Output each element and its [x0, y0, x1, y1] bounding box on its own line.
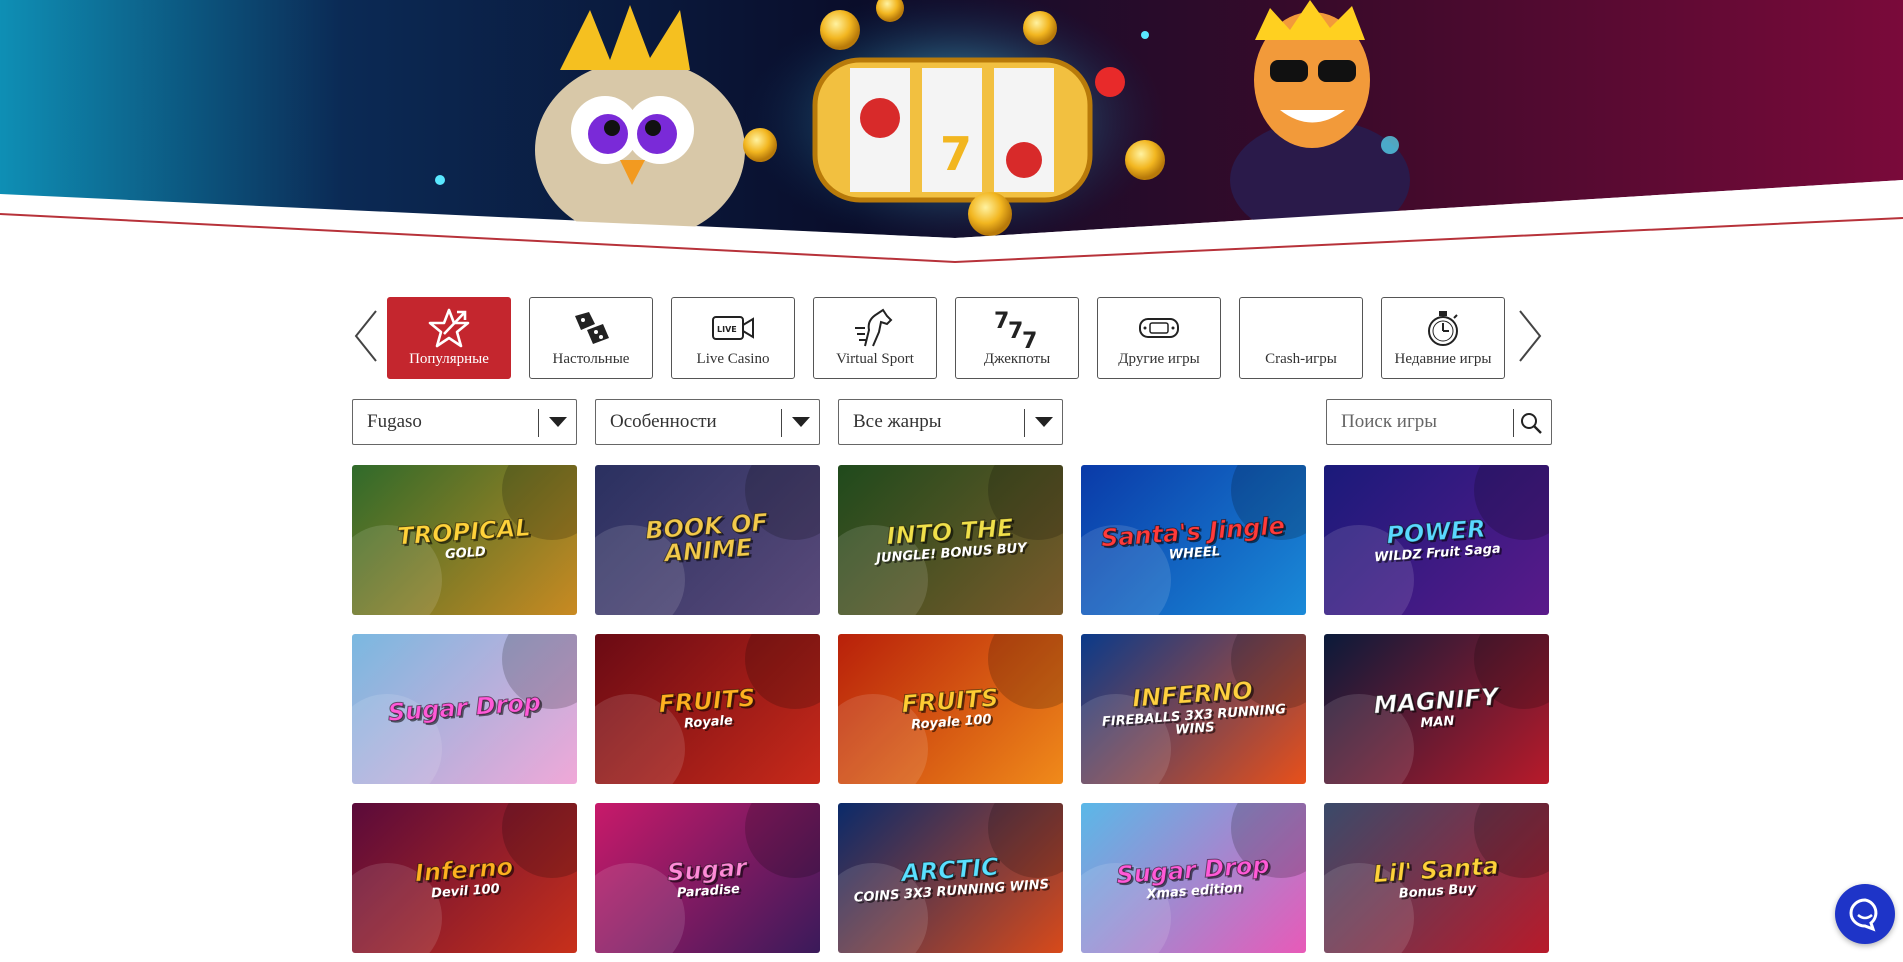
tab-live-casino[interactable]: LIVE Live Casino [671, 297, 795, 379]
caret-down-icon [1035, 417, 1053, 427]
game-title: INFERNO FIREBALLS 3X3 RUNNING WINS [1081, 675, 1306, 744]
caret-down-icon [549, 417, 567, 427]
tab-crash-games-label: Crash-игры [1265, 351, 1337, 367]
tab-virtual-sport[interactable]: Virtual Sport [813, 297, 937, 379]
filter-bar: Fugaso Особенности Все жанры [352, 399, 1552, 445]
game-title: TROPICAL GOLD [352, 512, 577, 568]
game-title: INTO THE JUNGLE! BONUS BUY [838, 512, 1063, 568]
provider-select-value: Fugaso [367, 411, 422, 432]
features-select[interactable]: Особенности [595, 399, 820, 445]
category-bar: Популярные Настольные LIVE Live Casino V… [350, 297, 1550, 379]
stopwatch-icon [1421, 306, 1465, 350]
game-title: FRUITS Royale [595, 681, 820, 737]
svg-text:7: 7 [940, 127, 972, 181]
game-tile[interactable]: Lil' Santa Bonus Buy [1324, 803, 1549, 953]
game-search [1326, 399, 1552, 445]
select-divider [1024, 409, 1025, 437]
chat-button[interactable] [1835, 884, 1895, 944]
tab-recent-games-label: Недавние игры [1394, 351, 1492, 367]
game-title: ARCTIC COINS 3X3 RUNNING WINS [838, 850, 1063, 906]
hero-banner: 7 [0, 0, 1903, 270]
game-title: Sugar Paradise [595, 850, 820, 906]
gamepad-icon [1137, 306, 1181, 350]
svg-text:LIVE: LIVE [717, 325, 737, 334]
game-tile[interactable]: TROPICAL GOLD [352, 465, 577, 615]
chevron-right-icon [1519, 310, 1542, 362]
game-title: Sugar Drop Xmas edition [1081, 850, 1306, 906]
caret-down-icon [792, 417, 810, 427]
game-tile[interactable]: INTO THE JUNGLE! BONUS BUY [838, 465, 1063, 615]
select-divider [781, 409, 782, 437]
chat-bubble-icon [1849, 898, 1878, 932]
tab-other-games-label: Другие игры [1118, 351, 1200, 367]
features-select-value: Особенности [610, 411, 717, 432]
genres-select-value: Все жанры [853, 411, 942, 432]
tab-table-games-label: Настольные [552, 351, 630, 367]
tab-crash-games[interactable]: Crash-игры [1239, 297, 1363, 379]
game-tile[interactable]: Sugar Drop [352, 634, 577, 784]
tab-virtual-sport-label: Virtual Sport [836, 351, 914, 367]
game-tile[interactable]: Santa's Jingle WHEEL [1081, 465, 1306, 615]
tab-popular[interactable]: Популярные [387, 297, 511, 379]
game-title: MAGNIFY MAN [1324, 681, 1549, 737]
tab-recent-games[interactable]: Недавние игры [1381, 297, 1505, 379]
game-tile[interactable]: Inferno Devil 100 [352, 803, 577, 953]
game-tile[interactable]: INFERNO FIREBALLS 3X3 RUNNING WINS [1081, 634, 1306, 784]
tab-other-games[interactable]: Другие игры [1097, 297, 1221, 379]
horse-icon [853, 306, 897, 350]
search-icon[interactable] [1519, 411, 1543, 435]
star-icon [427, 306, 471, 350]
select-divider [538, 409, 539, 437]
slot-machine: 7 [812, 57, 1125, 203]
provider-select[interactable]: Fugaso [352, 399, 577, 445]
dice-icon [569, 306, 613, 350]
game-title: Inferno Devil 100 [352, 850, 577, 906]
game-tile[interactable]: MAGNIFY MAN [1324, 634, 1549, 784]
search-divider [1513, 409, 1514, 437]
game-title: Santa's Jingle WHEEL [1081, 511, 1306, 568]
live-camera-icon: LIVE [711, 306, 755, 350]
tab-jackpots[interactable]: 777 Джекпоты [955, 297, 1079, 379]
next-category-arrow[interactable] [1514, 309, 1544, 363]
game-tile[interactable]: Sugar Drop Xmas edition [1081, 803, 1306, 953]
game-search-input[interactable] [1327, 400, 1512, 444]
tab-popular-label: Популярные [409, 351, 489, 367]
hero-artwork: 7 [0, 0, 1903, 270]
game-title-main: BOOK OF ANIME [644, 508, 770, 568]
genres-select[interactable]: Все жанры [838, 399, 1063, 445]
game-tile[interactable]: POWER WILDZ Fruit Saga [1324, 465, 1549, 615]
game-tile[interactable]: FRUITS Royale 100 [838, 634, 1063, 784]
game-title: POWER WILDZ Fruit Saga [1324, 512, 1549, 568]
tab-table-games[interactable]: Настольные [529, 297, 653, 379]
tab-live-casino-label: Live Casino [696, 351, 770, 367]
game-tile[interactable]: Sugar Paradise [595, 803, 820, 953]
chevron-left-icon [354, 310, 377, 362]
sevens-icon: 777 [992, 306, 1042, 350]
game-title: FRUITS Royale 100 [838, 681, 1063, 737]
game-tile[interactable]: FRUITS Royale [595, 634, 820, 784]
game-tile[interactable]: ARCTIC COINS 3X3 RUNNING WINS [838, 803, 1063, 953]
svg-text:7: 7 [1022, 329, 1037, 350]
game-title: Lil' Santa Bonus Buy [1324, 850, 1549, 906]
prev-category-arrow[interactable] [352, 309, 382, 363]
game-tile[interactable]: BOOK OF ANIME [595, 465, 820, 615]
tab-jackpots-label: Джекпоты [983, 351, 1051, 367]
game-title: BOOK OF ANIME [595, 507, 820, 574]
